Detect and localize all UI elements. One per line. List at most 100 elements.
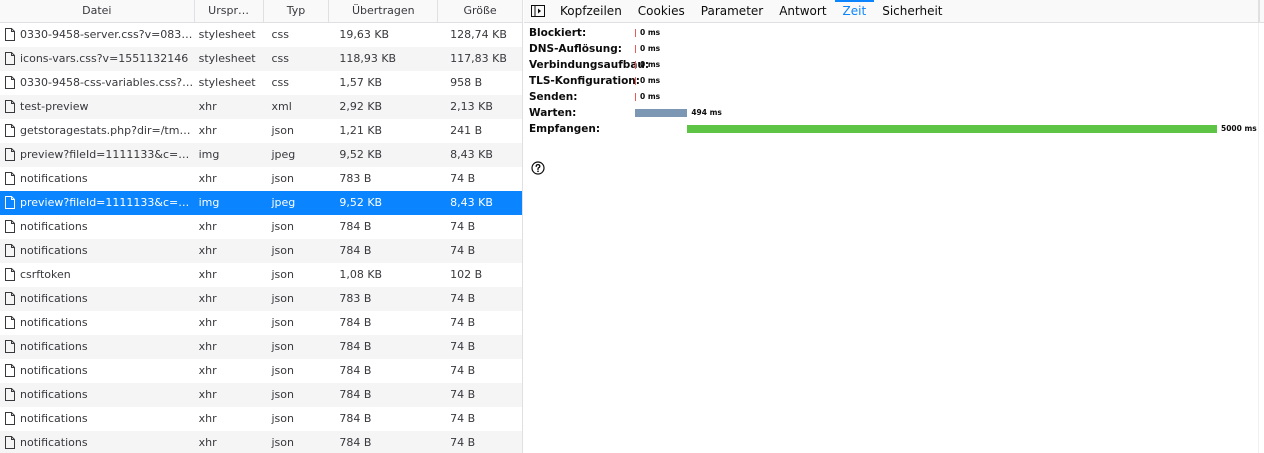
cell-initiator: xhr xyxy=(198,244,217,257)
document-icon xyxy=(5,244,17,258)
cell-transferred: 1,08 KB xyxy=(339,268,383,281)
table-row[interactable]: notifications xhr json 783 B 74 B xyxy=(0,287,522,311)
cell-transferred: 784 B xyxy=(339,220,372,233)
details-scroll-edge xyxy=(1258,23,1264,453)
tab-headers[interactable]: Kopfzeilen xyxy=(552,0,630,22)
cell-type: json xyxy=(271,412,294,425)
document-icon xyxy=(5,148,17,162)
column-type[interactable]: Typ xyxy=(264,0,330,23)
table-row[interactable]: getstoragestats.php?dir=/tmp/tes…xhr json… xyxy=(0,119,522,143)
cell-transferred: 784 B xyxy=(339,364,372,377)
cell-initiator: img xyxy=(198,196,220,209)
tab-timings[interactable]: Zeit xyxy=(834,0,875,22)
cell-type: json xyxy=(271,220,294,233)
cell-initiator: xhr xyxy=(198,436,217,449)
cell-file: notifications xyxy=(0,383,195,407)
cell-transferred: 784 B xyxy=(339,436,372,449)
cell-initiator: img xyxy=(198,148,220,161)
table-row[interactable]: notifications xhr json 784 B 74 B xyxy=(0,335,522,359)
cell-initiator: xhr xyxy=(198,388,217,401)
column-initiator[interactable]: Urspr… xyxy=(195,0,264,23)
file-name: notifications xyxy=(20,292,88,305)
cell-transferred: 1,57 KB xyxy=(339,76,383,89)
request-rows: 0330-9458-server.css?v=08343dd…styleshee… xyxy=(0,23,522,453)
timing-row: Verbindungsaufbau: 0 ms xyxy=(524,57,1264,73)
timing-label: DNS-Auflösung: xyxy=(529,43,622,55)
cell-initiator: xhr xyxy=(198,412,217,425)
cell-initiator: xhr xyxy=(198,220,217,233)
tab-params[interactable]: Parameter xyxy=(693,0,771,22)
table-row[interactable]: notifications xhr json 784 B 74 B xyxy=(0,311,522,335)
cell-transferred: 783 B xyxy=(339,292,372,305)
document-icon xyxy=(5,76,17,90)
timing-bar xyxy=(635,29,636,37)
file-name: notifications xyxy=(20,316,88,329)
help-icon[interactable] xyxy=(531,161,545,175)
table-row[interactable]: notifications xhr json 784 B 74 B xyxy=(0,359,522,383)
cell-file: getstoragestats.php?dir=/tmp/tes… xyxy=(0,119,195,143)
document-icon xyxy=(5,412,17,426)
cell-size: 241 B xyxy=(450,124,483,137)
document-icon xyxy=(5,52,17,66)
cell-type: json xyxy=(271,244,294,257)
table-row[interactable]: 0330-9458-css-variables.css?v=08…stylesh… xyxy=(0,71,522,95)
table-row[interactable]: notifications xhr json 784 B 74 B xyxy=(0,383,522,407)
panel-toggle-button[interactable] xyxy=(524,0,552,22)
cell-file: notifications xyxy=(0,287,195,311)
cell-transferred: 118,93 KB xyxy=(339,52,397,65)
table-row[interactable]: notifications xhr json 784 B 74 B xyxy=(0,407,522,431)
timing-label: Empfangen: xyxy=(529,123,601,135)
file-name: notifications xyxy=(20,436,88,449)
cell-size: 74 B xyxy=(450,364,476,377)
timing-bar xyxy=(635,61,636,69)
file-name: notifications xyxy=(20,340,88,353)
cell-initiator: xhr xyxy=(198,292,217,305)
cell-type: json xyxy=(271,436,294,449)
timing-row: Warten: 494 ms xyxy=(524,105,1264,121)
column-transferred[interactable]: Übertragen xyxy=(329,0,439,23)
timing-bar xyxy=(635,93,636,101)
table-row[interactable]: notifications xhr json 784 B 74 B xyxy=(0,431,522,453)
cell-file: test-preview xyxy=(0,95,195,119)
cell-type: json xyxy=(271,292,294,305)
cell-type: css xyxy=(271,28,289,41)
timing-label: Warten: xyxy=(529,107,577,119)
file-name: notifications xyxy=(20,220,88,233)
timing-label: Senden: xyxy=(529,91,578,103)
table-row[interactable]: notifications xhr json 784 B 74 B xyxy=(0,239,522,263)
cell-transferred: 784 B xyxy=(339,340,372,353)
table-row[interactable]: notifications xhr json 783 B 74 B xyxy=(0,167,522,191)
tab-security[interactable]: Sicherheit xyxy=(874,0,950,22)
document-icon xyxy=(5,436,17,450)
column-size[interactable]: Größe xyxy=(438,0,522,23)
timing-bar xyxy=(635,109,688,117)
timing-label: Blockiert: xyxy=(529,27,587,39)
cell-file: 0330-9458-server.css?v=08343dd… xyxy=(0,23,195,47)
table-row[interactable]: 0330-9458-server.css?v=08343dd…styleshee… xyxy=(0,23,522,47)
tab-cookies[interactable]: Cookies xyxy=(630,0,693,22)
cell-size: 74 B xyxy=(450,172,476,185)
table-row[interactable]: test-preview xhr xml 2,92 KB 2,13 KB xyxy=(0,95,522,119)
timing-value: 0 ms xyxy=(640,76,661,85)
table-row[interactable]: notifications xhr json 784 B 74 B xyxy=(0,215,522,239)
document-icon xyxy=(5,316,17,330)
cell-transferred: 784 B xyxy=(339,244,372,257)
cell-file: notifications xyxy=(0,431,195,453)
timing-value: 0 ms xyxy=(640,28,661,37)
cell-file: notifications xyxy=(0,359,195,383)
file-name: getstoragestats.php?dir=/tmp/tes… xyxy=(20,124,195,137)
cell-file: notifications xyxy=(0,407,195,431)
document-icon xyxy=(5,124,17,138)
table-row[interactable]: icons-vars.css?v=1551132146 stylesheet css… xyxy=(0,47,522,71)
table-row[interactable]: preview?fileId=1111133&c=660f1…img jpeg 9,… xyxy=(0,143,522,167)
table-row[interactable]: preview?fileId=1111133&c=660f1…img jpeg 9,… xyxy=(0,191,522,215)
cell-file: 0330-9458-css-variables.css?v=08… xyxy=(0,71,195,95)
document-icon xyxy=(5,100,17,114)
cell-type: css xyxy=(271,76,289,89)
cell-initiator: stylesheet xyxy=(198,52,256,65)
tab-response[interactable]: Antwort xyxy=(771,0,834,22)
column-file[interactable]: Datei xyxy=(0,0,195,23)
file-name: 0330-9458-css-variables.css?v=08… xyxy=(20,76,195,89)
cell-size: 74 B xyxy=(450,292,476,305)
table-row[interactable]: csrftoken xhr json 1,08 KB 102 B xyxy=(0,263,522,287)
